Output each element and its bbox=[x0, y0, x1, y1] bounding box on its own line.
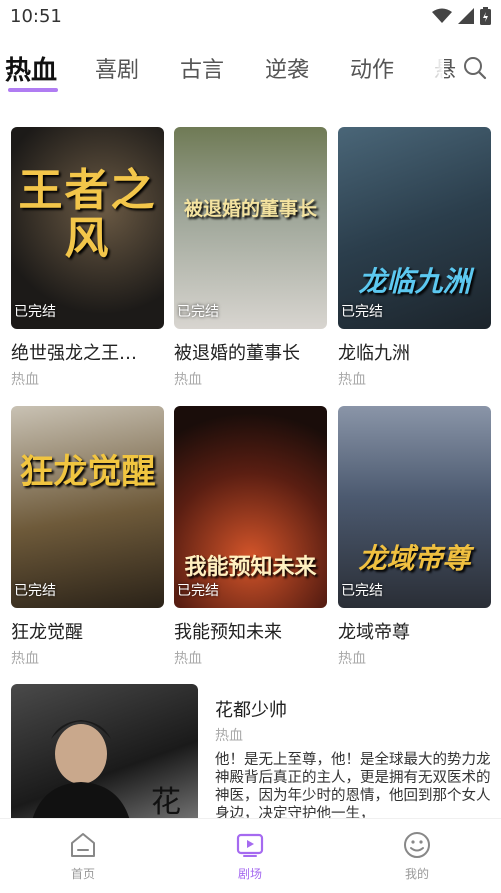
status-badge: 已完结 bbox=[14, 304, 56, 320]
poster-title-art: 狂龙觉醒 bbox=[19, 452, 156, 492]
drama-title: 我能预知未来 bbox=[174, 622, 282, 643]
tab-rexue[interactable]: 热血 bbox=[5, 50, 57, 87]
drama-title: 被退婚的董事长 bbox=[174, 343, 300, 364]
tab-dongzuo[interactable]: 动作 bbox=[350, 52, 394, 84]
tab-guyan[interactable]: 古言 bbox=[180, 52, 224, 84]
drama-card[interactable]: 狂龙觉醒 已完结 狂龙觉醒 热血 bbox=[11, 406, 164, 668]
drama-title: 绝世强龙之王… bbox=[11, 343, 137, 364]
drama-poster: 被退婚的董事长 已完结 bbox=[174, 127, 327, 329]
status-badge: 已完结 bbox=[177, 583, 219, 599]
status-icons bbox=[432, 7, 491, 25]
status-badge: 已完结 bbox=[177, 304, 219, 320]
category-tabs: 热血 喜剧 古言 逆袭 动作 悬 bbox=[0, 40, 501, 100]
drama-card[interactable]: 被退婚的董事长 已完结 被退婚的董事长 热血 bbox=[174, 127, 327, 389]
nav-home[interactable]: 首页 bbox=[43, 831, 123, 882]
poster-title-art: 王者之风 bbox=[18, 165, 157, 265]
nav-theater-label: 剧场 bbox=[237, 867, 262, 881]
status-badge: 已完结 bbox=[14, 583, 56, 599]
drama-poster: 狂龙觉醒 已完结 bbox=[11, 406, 164, 608]
tab-fade bbox=[414, 40, 444, 100]
poster-title-art: 被退婚的董事长 bbox=[183, 198, 317, 220]
nav-theater[interactable]: 剧场 bbox=[210, 831, 290, 882]
featured-drama-card[interactable]: 花 花都少帅 热血 他！是无上至尊，他！是全球最大的势力龙神殿背后真正的主人，更… bbox=[11, 684, 491, 824]
active-tab-indicator bbox=[8, 88, 58, 92]
drama-poster: 龙域帝尊 已完结 bbox=[338, 406, 491, 608]
drama-genre: 热血 bbox=[338, 651, 366, 667]
drama-genre: 热血 bbox=[11, 372, 39, 388]
poster-title-art: 龙临九洲 bbox=[358, 265, 471, 298]
featured-poster: 花 bbox=[11, 684, 198, 824]
search-icon[interactable] bbox=[463, 56, 487, 80]
status-time: 10:51 bbox=[10, 6, 62, 27]
svg-text:花: 花 bbox=[151, 785, 181, 820]
drama-title: 龙域帝尊 bbox=[338, 622, 410, 643]
play-video-icon bbox=[236, 833, 264, 857]
smiley-icon bbox=[404, 832, 430, 858]
drama-card[interactable]: 我能预知未来 已完结 我能预知未来 热血 bbox=[174, 406, 327, 668]
nav-home-label: 首页 bbox=[70, 867, 95, 881]
tab-xiju[interactable]: 喜剧 bbox=[95, 52, 139, 84]
signal-icon bbox=[458, 8, 474, 24]
drama-card[interactable]: 王者之风 已完结 绝世强龙之王… 热血 bbox=[11, 127, 164, 389]
drama-genre: 热血 bbox=[174, 372, 202, 388]
battery-icon bbox=[480, 7, 491, 25]
drama-card[interactable]: 龙临九洲 已完结 龙临九洲 热血 bbox=[338, 127, 491, 389]
status-bar: 10:51 bbox=[0, 0, 501, 34]
bottom-nav: 首页 剧场 我的 bbox=[0, 818, 501, 893]
drama-genre: 热血 bbox=[338, 372, 366, 388]
featured-title: 花都少帅 bbox=[215, 700, 287, 721]
wifi-icon bbox=[432, 8, 452, 23]
drama-title: 狂龙觉醒 bbox=[11, 622, 83, 643]
featured-description: 他！是无上至尊，他！是全球最大的势力龙神殿背后真正的主人，更是拥有无双医术的神医… bbox=[215, 752, 491, 822]
drama-card[interactable]: 龙域帝尊 已完结 龙域帝尊 热血 bbox=[338, 406, 491, 668]
drama-poster: 龙临九洲 已完结 bbox=[338, 127, 491, 329]
status-badge: 已完结 bbox=[341, 583, 383, 599]
drama-poster: 我能预知未来 已完结 bbox=[174, 406, 327, 608]
poster-figure-image: 花 bbox=[31, 720, 181, 824]
drama-title: 龙临九洲 bbox=[338, 343, 410, 364]
drama-genre: 热血 bbox=[174, 651, 202, 667]
tab-nixi[interactable]: 逆袭 bbox=[265, 52, 309, 84]
drama-genre: 热血 bbox=[11, 651, 39, 667]
poster-title-art: 龙域帝尊 bbox=[358, 542, 471, 575]
home-icon bbox=[71, 833, 95, 857]
nav-profile[interactable]: 我的 bbox=[377, 831, 457, 882]
poster-title-art: 我能预知未来 bbox=[184, 555, 317, 580]
drama-poster: 王者之风 已完结 bbox=[11, 127, 164, 329]
nav-profile-label: 我的 bbox=[404, 867, 429, 881]
status-badge: 已完结 bbox=[341, 304, 383, 320]
featured-genre: 热血 bbox=[215, 728, 243, 744]
